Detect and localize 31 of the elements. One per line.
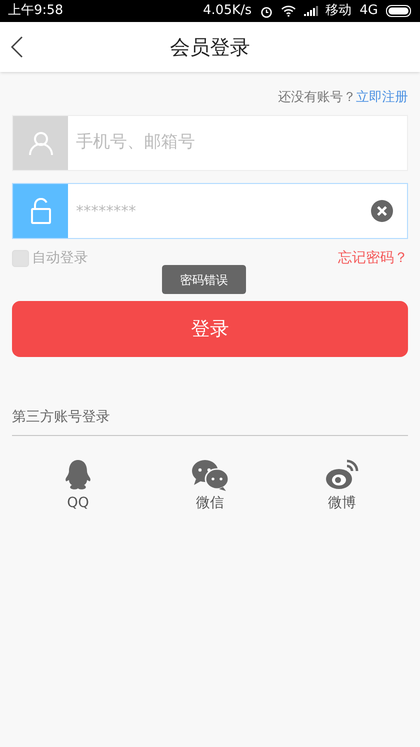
auto-login-checkbox[interactable]: [12, 250, 29, 266]
username-field[interactable]: 手机号、邮箱号: [68, 116, 407, 170]
auto-login-label: 自动登录: [32, 248, 88, 268]
password-field[interactable]: ********: [12, 183, 408, 239]
social-login-button[interactable]: 微信: [144, 459, 276, 514]
third-party-title: 第三方账号登录: [12, 409, 110, 425]
alarm-icon: [260, 4, 273, 18]
clear-icon: [371, 200, 393, 222]
password-value: ********: [75, 200, 137, 222]
forgot-password-link[interactable]: 忘记密码？: [338, 248, 408, 268]
user-icon: [28, 130, 54, 156]
battery-icon: [386, 5, 412, 17]
username-field-frame[interactable]: 手机号、邮箱号: [12, 115, 408, 171]
register-prompt: 还没有账号？: [278, 89, 356, 108]
register-link[interactable]: 立即注册: [356, 88, 408, 108]
status-time: 上午9:58: [8, 2, 64, 20]
carrier-label: 移动: [326, 2, 352, 20]
error-toast: 密码错误: [162, 265, 246, 294]
social-login-button[interactable]: QQ: [12, 459, 144, 514]
wifi-icon: [280, 5, 296, 17]
unlock-icon: [30, 198, 50, 224]
page-title: 会员登录: [170, 34, 250, 61]
eye-signal-icon: [325, 459, 359, 491]
signal-icon: [304, 6, 318, 16]
network-type: 4G: [360, 2, 378, 20]
login-button[interactable]: 登录: [12, 301, 408, 357]
clear-button[interactable]: [371, 200, 393, 222]
chat-bubbles-icon: [191, 459, 229, 491]
social-login-button[interactable]: 微博: [276, 459, 408, 514]
network-speed: 4.05K/s: [203, 2, 252, 20]
back-icon: [10, 35, 24, 59]
